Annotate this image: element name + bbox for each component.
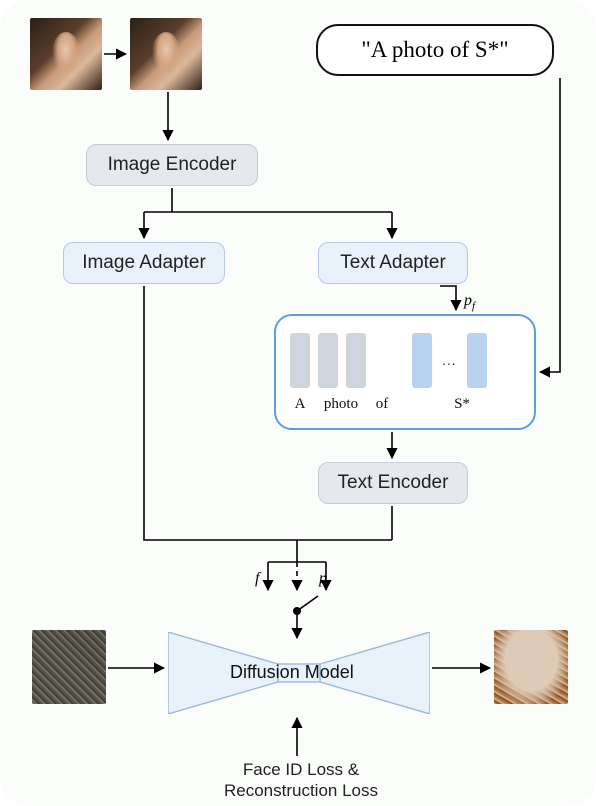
input-face-1 bbox=[30, 18, 102, 90]
text-encoder-block: Text Encoder bbox=[318, 462, 468, 504]
token-bar-blue bbox=[412, 333, 432, 388]
token-label-photo: photo bbox=[318, 396, 364, 413]
pf-symbol: pf bbox=[464, 292, 475, 312]
p-symbol: p bbox=[319, 570, 327, 588]
loss-line-1: Face ID Loss & bbox=[243, 760, 359, 779]
prompt-text: "A photo of S*" bbox=[361, 37, 508, 63]
token-embedding-box: ... A photo of S* bbox=[274, 314, 536, 430]
text-adapter-block: Text Adapter bbox=[318, 242, 468, 284]
pf-sub: f bbox=[472, 300, 475, 312]
token-bar-gray bbox=[346, 333, 366, 388]
noisy-input-image bbox=[32, 630, 106, 704]
image-encoder-block: Image Encoder bbox=[86, 144, 258, 186]
prompt-text-box: "A photo of S*" bbox=[316, 24, 554, 76]
image-adapter-block: Image Adapter bbox=[63, 242, 225, 284]
image-encoder-label: Image Encoder bbox=[108, 154, 237, 176]
token-label-s: S* bbox=[448, 396, 476, 413]
diffusion-model-block: Diffusion Model bbox=[168, 632, 430, 714]
token-bars: ... bbox=[290, 330, 487, 390]
pf-main: p bbox=[464, 292, 472, 309]
token-bar-gray bbox=[290, 333, 310, 388]
token-labels-row: A photo of S* bbox=[290, 396, 476, 413]
token-bar-gray bbox=[318, 333, 338, 388]
output-face-image bbox=[494, 630, 568, 704]
text-adapter-label: Text Adapter bbox=[340, 252, 446, 274]
diffusion-label: Diffusion Model bbox=[230, 662, 354, 683]
token-bar-blue bbox=[467, 333, 487, 388]
loss-line-2: Reconstruction Loss bbox=[224, 781, 378, 800]
text-encoder-label: Text Encoder bbox=[338, 472, 449, 494]
diagram-canvas: "A photo of S*" Image Encoder Image Adap… bbox=[0, 0, 596, 806]
token-label-a: A bbox=[290, 396, 310, 413]
loss-label: Face ID Loss & Reconstruction Loss bbox=[206, 759, 396, 802]
image-adapter-label: Image Adapter bbox=[82, 252, 206, 274]
input-face-2 bbox=[130, 18, 202, 90]
token-label-of: of bbox=[372, 396, 392, 413]
switch-node bbox=[293, 607, 301, 615]
f-symbol: f bbox=[255, 570, 259, 588]
token-ellipsis: ... bbox=[442, 352, 457, 368]
